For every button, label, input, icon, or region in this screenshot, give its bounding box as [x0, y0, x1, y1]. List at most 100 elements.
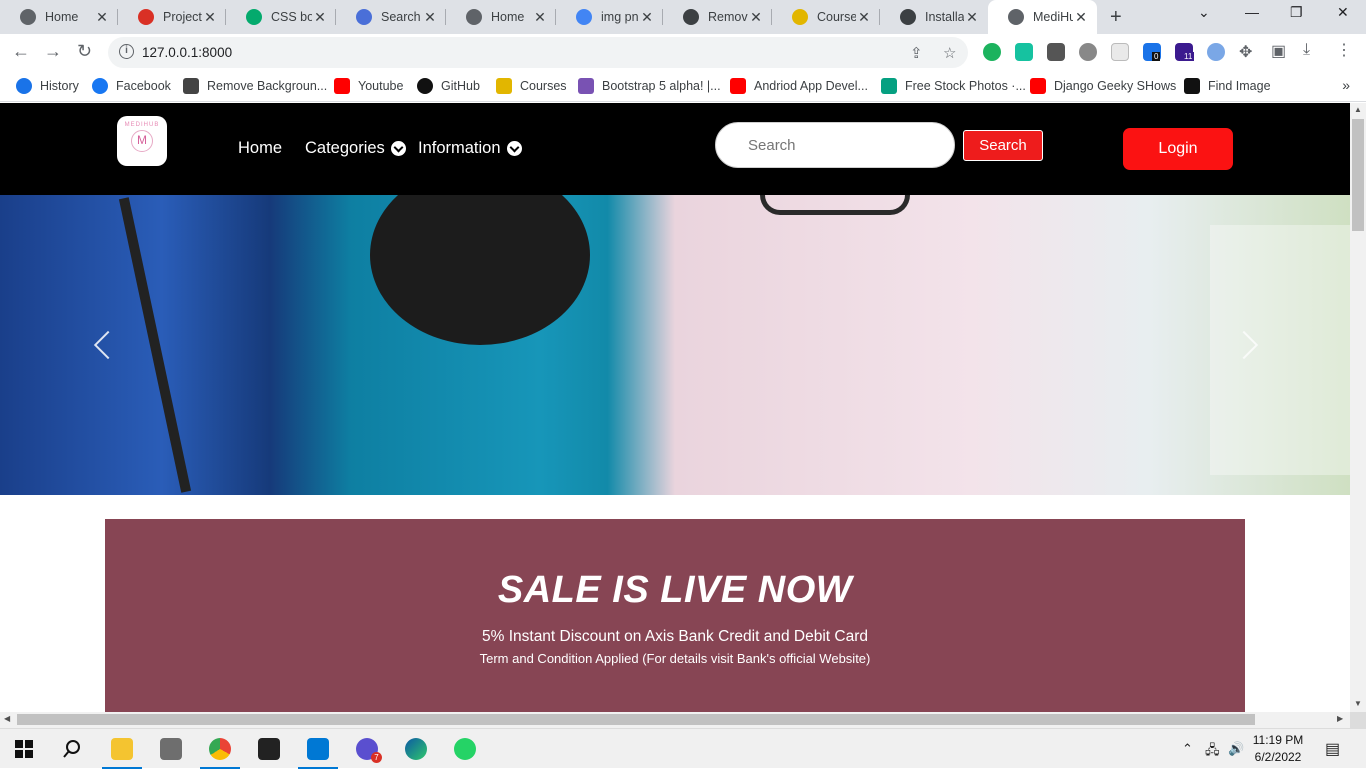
- browser-tab[interactable]: CSS box✕: [226, 0, 336, 34]
- browser-tab[interactable]: img png✕: [556, 0, 663, 34]
- site-info-icon[interactable]: i: [119, 44, 134, 59]
- nav-categories-dropdown[interactable]: Categories: [305, 139, 406, 158]
- scroll-right-arrow-icon[interactable]: ▶: [1337, 714, 1343, 723]
- grammarly-extension-icon[interactable]: [983, 43, 1001, 61]
- bookmark-item[interactable]: Find Image: [1184, 78, 1271, 94]
- close-tab-icon[interactable]: ✕: [639, 9, 655, 26]
- search-taskbar-button[interactable]: [48, 729, 96, 769]
- close-tab-icon[interactable]: ✕: [422, 9, 438, 26]
- close-tab-icon[interactable]: ✕: [748, 9, 764, 26]
- side-panel-icon[interactable]: ▣: [1271, 41, 1286, 61]
- browser-tab[interactable]: Home ✕: [0, 0, 118, 34]
- counter-extension-icon[interactable]: 0: [1143, 43, 1161, 61]
- nav-information-dropdown[interactable]: Information: [418, 139, 522, 158]
- edge-icon: [405, 738, 427, 760]
- globe-icon: [20, 9, 36, 25]
- taskbar-clock[interactable]: 11:19 PM 6/2/2022: [1248, 732, 1308, 766]
- browser-tab-title: Installati: [925, 10, 964, 24]
- browser-tab[interactable]: Search v✕: [336, 0, 446, 34]
- vertical-scrollbar[interactable]: ▲ ▼: [1350, 103, 1366, 712]
- bookmark-item[interactable]: Django Geeky SHows: [1030, 78, 1176, 94]
- bug-extension-icon[interactable]: [1079, 43, 1097, 61]
- extension-badge: 11: [1182, 52, 1195, 61]
- browser-tab[interactable]: MediHu ✕: [988, 0, 1097, 34]
- close-tab-icon[interactable]: ✕: [202, 9, 218, 26]
- vertical-scroll-thumb[interactable]: [1352, 119, 1364, 231]
- login-button[interactable]: Login: [1123, 128, 1233, 170]
- minimize-button[interactable]: —: [1245, 4, 1259, 20]
- start-button[interactable]: [0, 729, 48, 769]
- bookmark-item[interactable]: Free Stock Photos ·...: [881, 78, 1026, 94]
- scroll-left-arrow-icon[interactable]: ◀: [4, 714, 10, 723]
- vscode-taskbar-button[interactable]: [294, 729, 342, 769]
- calendar-extension-icon[interactable]: [1111, 43, 1129, 61]
- extensions-puzzle-icon[interactable]: ✥: [1239, 42, 1252, 62]
- color-picker-extension-icon[interactable]: [1047, 43, 1065, 61]
- browser-toolbar: ← → ↻ i 127.0.0.1:8000 ⇪ ☆ 0 11 ✥ ▣ ⤓ ⋮: [0, 34, 1366, 72]
- search-input[interactable]: [715, 122, 955, 168]
- stock-photos-icon: [881, 78, 897, 94]
- browser-tab[interactable]: Courses✕: [772, 0, 880, 34]
- chrome-taskbar-button[interactable]: [196, 729, 244, 769]
- address-url[interactable]: 127.0.0.1:8000: [142, 45, 232, 60]
- horizontal-scrollbar[interactable]: ◀ ▶: [0, 712, 1350, 728]
- whatsapp-taskbar-button[interactable]: [441, 729, 489, 769]
- bookmark-star-icon[interactable]: ☆: [943, 44, 956, 62]
- bookmark-item[interactable]: Courses: [496, 78, 567, 94]
- site-logo[interactable]: MEDIHUB M: [117, 116, 167, 166]
- browser-tab[interactable]: Remove✕: [663, 0, 772, 34]
- browser-tab[interactable]: Installati✕: [880, 0, 988, 34]
- notifications-icon[interactable]: ▤: [1325, 739, 1340, 759]
- horizontal-scroll-thumb[interactable]: [17, 714, 1255, 725]
- taskbar-app-button[interactable]: [147, 729, 195, 769]
- vscode-icon: [307, 738, 329, 760]
- bookmark-item[interactable]: Facebook: [92, 78, 171, 94]
- taskbar-app-button[interactable]: [245, 729, 293, 769]
- nav-home-link[interactable]: Home: [238, 139, 282, 158]
- bookmark-item[interactable]: Youtube: [334, 78, 403, 94]
- scroll-down-arrow-icon[interactable]: ▼: [1354, 699, 1362, 708]
- extension-icon[interactable]: [1015, 43, 1033, 61]
- close-tab-icon[interactable]: ✕: [1073, 9, 1089, 26]
- menu-kebab-icon[interactable]: ⋮: [1336, 40, 1352, 60]
- tray-chevron-up-icon[interactable]: ⌃: [1182, 741, 1193, 757]
- browser-tab[interactable]: Home ✕: [446, 0, 556, 34]
- close-tab-icon[interactable]: ✕: [94, 9, 110, 26]
- youtube-icon: [334, 78, 350, 94]
- carousel-prev-button[interactable]: [90, 327, 112, 363]
- carousel-next-button[interactable]: [1240, 327, 1262, 363]
- close-tab-icon[interactable]: ✕: [532, 9, 548, 26]
- address-bar[interactable]: i 127.0.0.1:8000 ⇪ ☆: [108, 37, 968, 68]
- bookmarks-overflow-icon[interactable]: »: [1342, 77, 1350, 93]
- back-button[interactable]: ←: [12, 41, 30, 62]
- close-tab-icon[interactable]: ✕: [312, 9, 328, 26]
- close-tab-icon[interactable]: ✕: [964, 9, 980, 26]
- windows-logo-icon: [15, 740, 33, 758]
- forward-button[interactable]: →: [44, 41, 62, 62]
- bookmark-item[interactable]: Bootstrap 5 alpha! |...: [578, 78, 721, 94]
- restore-button[interactable]: ❐: [1290, 4, 1303, 21]
- browser-tab-title: img png: [601, 10, 639, 24]
- search-button[interactable]: Search: [963, 130, 1043, 161]
- network-icon[interactable]: 🖧: [1205, 741, 1220, 763]
- file-explorer-taskbar-button[interactable]: [98, 729, 146, 769]
- taskbar-app-button[interactable]: 7: [343, 729, 391, 769]
- browser-tab-title: Home: [491, 10, 525, 24]
- close-window-button[interactable]: ✕: [1337, 4, 1349, 21]
- scroll-up-arrow-icon[interactable]: ▲: [1354, 105, 1362, 114]
- tab-search-icon[interactable]: ⌄: [1198, 4, 1210, 21]
- share-icon[interactable]: ⇪: [910, 44, 923, 62]
- bookmark-item[interactable]: Andriod App Devel...: [730, 78, 868, 94]
- globe-extension-icon[interactable]: [1207, 43, 1225, 61]
- bookmark-item[interactable]: Remove Backgroun...: [183, 78, 327, 94]
- volume-icon[interactable]: 🔊: [1228, 741, 1244, 757]
- bookmark-item[interactable]: History: [16, 78, 79, 94]
- browser-tab[interactable]: Projects✕: [118, 0, 226, 34]
- new-tab-button[interactable]: +: [1110, 6, 1122, 29]
- bookmark-item[interactable]: GitHub: [417, 78, 480, 94]
- downloads-icon[interactable]: ⤓: [1303, 41, 1310, 59]
- edge-taskbar-button[interactable]: [392, 729, 440, 769]
- reload-button[interactable]: ↻: [77, 41, 92, 62]
- close-tab-icon[interactable]: ✕: [856, 9, 872, 26]
- school-extension-icon[interactable]: 11: [1175, 43, 1195, 61]
